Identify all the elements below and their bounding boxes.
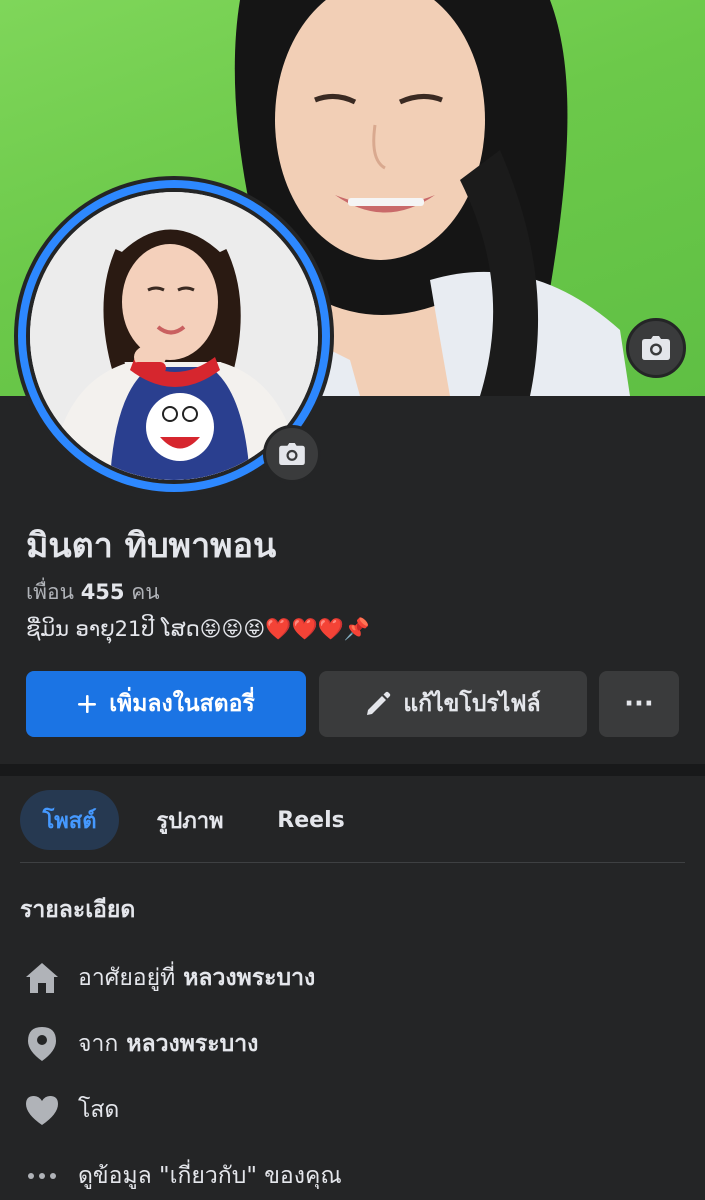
friends-prefix: เพื่อน <box>26 580 74 604</box>
more-dots-icon <box>20 1154 64 1198</box>
from-value[interactable]: หลวงพระบาง <box>126 1026 258 1062</box>
tab-photos[interactable]: รูปภาพ <box>140 790 240 850</box>
camera-icon <box>279 443 305 465</box>
avatar-camera-button[interactable] <box>263 425 321 483</box>
edit-profile-label: แก้ไขโปรไฟล์ <box>403 691 541 717</box>
cover-camera-button[interactable] <box>626 318 686 378</box>
more-dots-icon: ··· <box>624 689 654 719</box>
relationship-status: โสด <box>78 1097 120 1123</box>
friends-number: 455 <box>80 580 125 604</box>
profile-screen: มินตา ทิบพาพอน เพื่อน 455 คน ຊື່ມິນ ອາຍຸ… <box>0 0 705 1200</box>
detail-from: จาก หลวงพระบาง <box>20 1022 258 1066</box>
section-divider <box>0 764 705 776</box>
home-icon <box>20 956 64 1000</box>
friends-count[interactable]: เพื่อน 455 คน <box>26 576 160 609</box>
profile-name: มินตา ทิบพาพอน <box>26 526 277 566</box>
more-options-button[interactable]: ··· <box>599 671 679 737</box>
detail-lives-in: อาศัยอยู่ที่ หลวงพระบาง <box>20 956 315 1000</box>
lives-in-prefix: อาศัยอยู่ที่ <box>78 965 176 991</box>
heart-icon <box>20 1088 64 1132</box>
detail-relationship: โสด <box>20 1088 119 1132</box>
camera-icon <box>642 336 670 360</box>
from-prefix: จาก <box>78 1031 119 1057</box>
friends-suffix: คน <box>131 580 160 604</box>
profile-bio: ຊື່ມິນ ອາຍຸ21ປີ ໂສດ😝😝😝❤️❤️❤️📌 <box>26 617 370 641</box>
edit-profile-button[interactable]: แก้ไขโปรไฟล์ <box>319 671 587 737</box>
pencil-icon <box>367 691 391 715</box>
location-pin-icon <box>20 1022 64 1066</box>
tab-reels[interactable]: Reels <box>268 790 354 850</box>
plus-icon <box>78 695 97 713</box>
details-heading: รายละเอียด <box>20 897 136 923</box>
about-link[interactable]: ดูข้อมูล "เกี่ยวกับ" ของคุณ <box>78 1158 342 1194</box>
tab-posts[interactable]: โพสต์ <box>20 790 119 850</box>
tabs-divider <box>20 862 685 863</box>
add-to-story-label: เพิ่มลงในสตอรี่ <box>109 691 255 717</box>
add-to-story-button[interactable]: เพิ่มลงในสตอรี่ <box>26 671 306 737</box>
about-link-row[interactable]: ดูข้อมูล "เกี่ยวกับ" ของคุณ <box>20 1154 342 1198</box>
lives-in-value[interactable]: หลวงพระบาง <box>183 960 315 996</box>
